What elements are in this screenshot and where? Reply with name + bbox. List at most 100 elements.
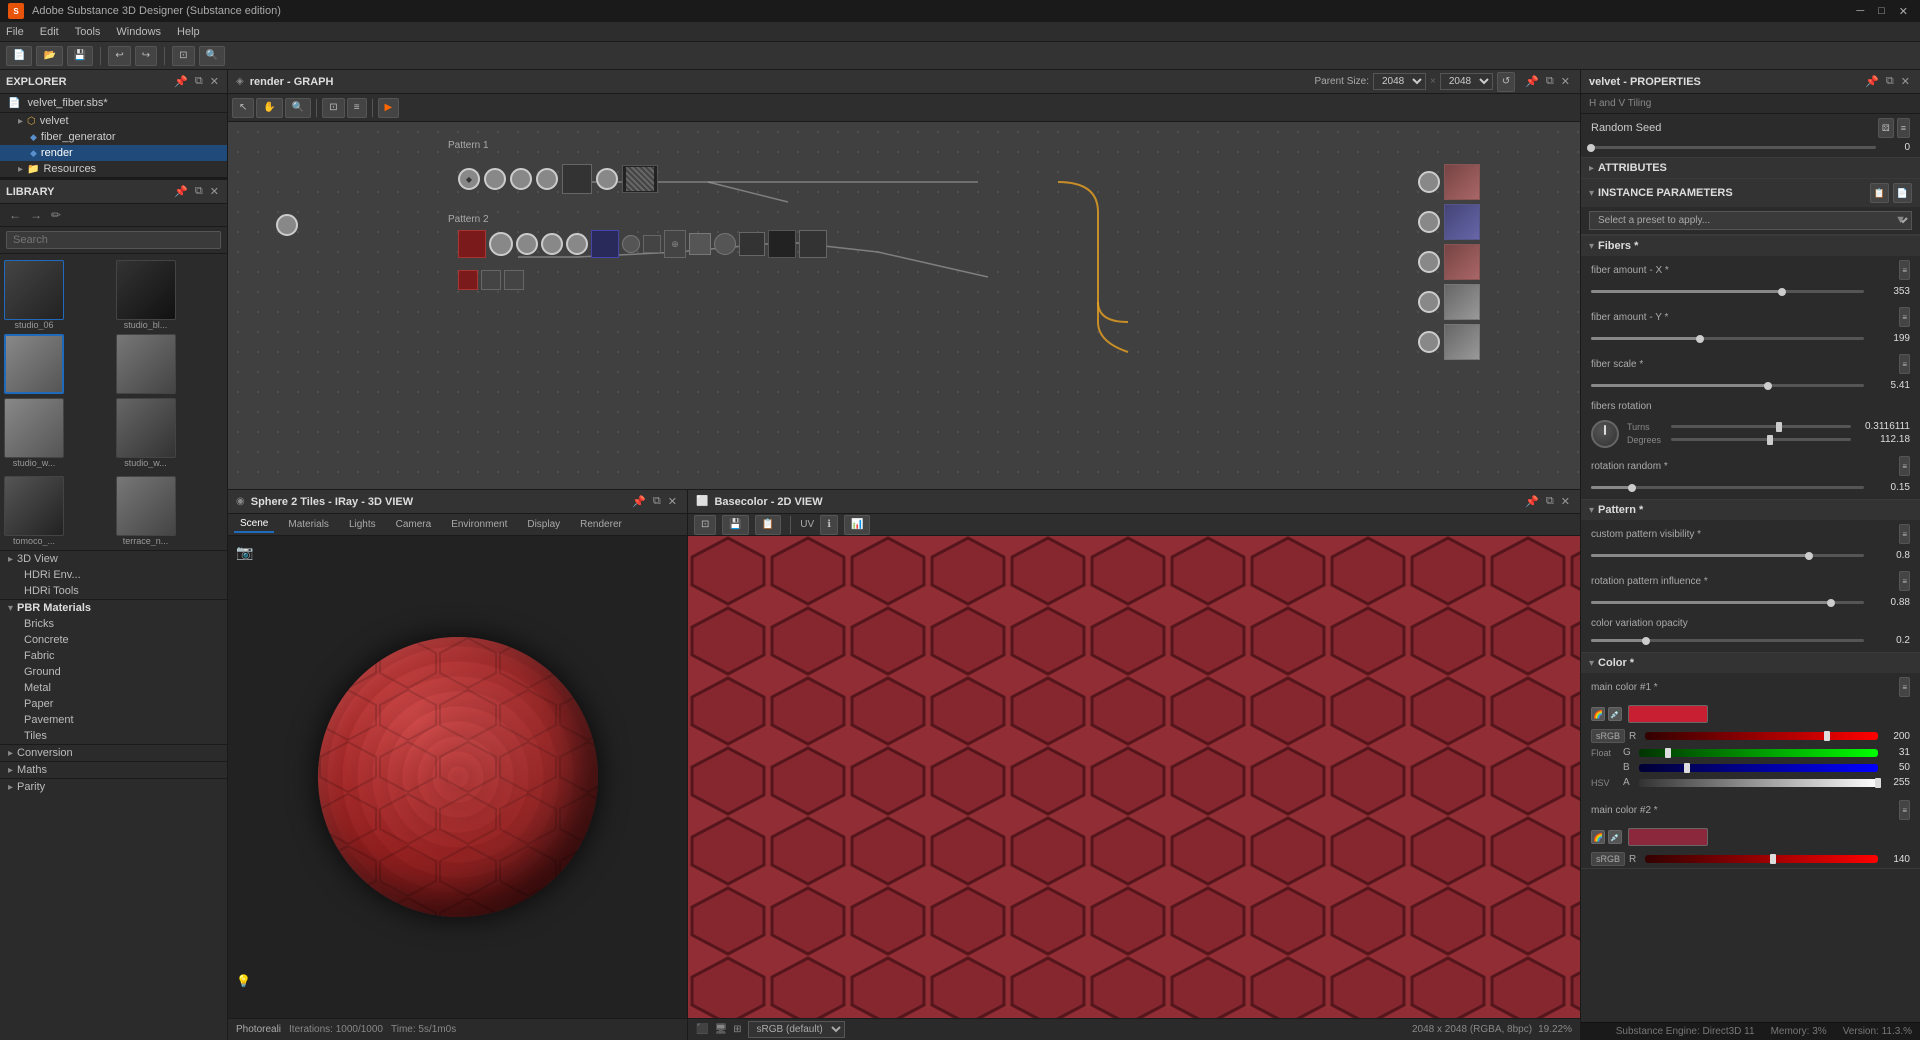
degrees-slider[interactable]: [1671, 438, 1851, 441]
tree-item-fiber-generator[interactable]: ◆ fiber_generator: [0, 129, 227, 145]
color-header[interactable]: ▾ Color *: [1581, 653, 1920, 673]
redo-btn[interactable]: ↪: [135, 46, 157, 66]
fiber-scale-opts[interactable]: ≡: [1899, 354, 1910, 374]
node-p2-4[interactable]: [566, 233, 588, 255]
color2-opts[interactable]: ≡: [1899, 800, 1910, 820]
graph-align-btn[interactable]: ≡: [347, 98, 367, 118]
tab-scene[interactable]: Scene: [234, 516, 274, 533]
graph-select-btn[interactable]: ↖: [232, 98, 254, 118]
minimize-btn[interactable]: ─: [1852, 5, 1868, 18]
node-p2-tex2[interactable]: [799, 230, 827, 258]
node-sm-red[interactable]: [458, 270, 478, 290]
node-p2-5[interactable]: [622, 235, 640, 253]
node-p2-8[interactable]: [689, 233, 711, 255]
lib-pin-btn[interactable]: 📌: [172, 185, 190, 198]
custom-pattern-slider[interactable]: [1591, 554, 1864, 557]
cat-3dview-header[interactable]: ▸ 3D View: [0, 551, 227, 567]
thumb-studiow4[interactable]: studio_w...: [116, 398, 224, 468]
out-connector-1[interactable]: [1418, 171, 1440, 193]
r-channel-slider[interactable]: [1645, 732, 1878, 740]
fiber-scale-slider[interactable]: [1591, 384, 1864, 387]
graph-float-btn[interactable]: ⧉: [1544, 75, 1556, 88]
3d-pin-btn[interactable]: 📌: [630, 495, 648, 508]
save-btn[interactable]: 💾: [67, 46, 93, 66]
left-connector[interactable]: [276, 214, 298, 236]
r2-channel-slider[interactable]: [1645, 855, 1878, 863]
seed-slider[interactable]: [1591, 146, 1876, 149]
tree-item-velvet[interactable]: ▸ ⬡ velvet: [0, 113, 227, 129]
3d-float-btn[interactable]: ⧉: [651, 495, 663, 508]
tab-display[interactable]: Display: [521, 517, 566, 532]
fiber-y-opts[interactable]: ≡: [1899, 307, 1910, 327]
zoom-fit-btn[interactable]: ⊡: [172, 46, 194, 66]
color2-swatch[interactable]: [1628, 828, 1708, 846]
tab-camera[interactable]: Camera: [390, 517, 438, 532]
node-p1-5[interactable]: [562, 164, 592, 194]
out-tex-3[interactable]: [1444, 244, 1480, 280]
2d-close-btn[interactable]: ✕: [1559, 495, 1572, 508]
fiber-x-opts[interactable]: ≡: [1899, 260, 1910, 280]
fiber-y-slider[interactable]: [1591, 337, 1864, 340]
cat-parity-header[interactable]: ▸ Parity: [0, 779, 227, 795]
rotation-random-opts[interactable]: ≡: [1899, 456, 1910, 476]
out-tex-2[interactable]: [1444, 204, 1480, 240]
node-p2-2[interactable]: [516, 233, 538, 255]
lib-close-btn[interactable]: ✕: [208, 185, 221, 198]
tree-item-resources[interactable]: ▸ 📁 Resources: [0, 161, 227, 177]
tab-environment[interactable]: Environment: [445, 517, 513, 532]
rot-influence-slider[interactable]: [1591, 601, 1864, 604]
sphere-viewport[interactable]: [228, 536, 687, 1018]
inst-copy-btn[interactable]: 📋: [1870, 183, 1889, 203]
cat-conversion-header[interactable]: ▸ Conversion: [0, 745, 227, 761]
explorer-close-btn[interactable]: ✕: [208, 75, 221, 88]
new-btn[interactable]: 📄: [6, 46, 32, 66]
out-tex-5[interactable]: [1444, 324, 1480, 360]
sub-tiles[interactable]: Tiles: [0, 728, 227, 744]
color1-eyedrop-icon[interactable]: 💉: [1608, 707, 1622, 721]
2d-float-btn[interactable]: ⧉: [1544, 495, 1556, 508]
thumb-studiow3[interactable]: studio_w...: [4, 398, 112, 468]
3d-view-content[interactable]: 📷 💡: [228, 536, 687, 1018]
2d-copy-btn[interactable]: 📋: [755, 515, 781, 535]
undo-btn[interactable]: ↩: [108, 46, 130, 66]
lib-edit-icon[interactable]: ✏: [48, 207, 64, 223]
2d-save-btn[interactable]: 💾: [722, 515, 748, 535]
graph-frame-btn[interactable]: ⊡: [322, 98, 344, 118]
3d-close-btn[interactable]: ✕: [666, 495, 679, 508]
2d-monitor-icon[interactable]: 🖥: [714, 1024, 727, 1035]
attributes-header[interactable]: ▸ ATTRIBUTES: [1581, 158, 1920, 178]
color1-opts[interactable]: ≡: [1899, 677, 1910, 697]
turns-slider[interactable]: [1671, 425, 1851, 428]
tree-item-render[interactable]: ◆ render: [0, 145, 227, 161]
2d-info-btn[interactable]: ℹ: [820, 515, 838, 535]
2d-colorspace-select[interactable]: sRGB (default): [748, 1021, 845, 1038]
explorer-dock-btn[interactable]: ⧉: [193, 75, 205, 88]
graph-render-btn[interactable]: ▶: [378, 98, 400, 118]
inst-paste-btn[interactable]: 📄: [1893, 183, 1912, 203]
node-p2-3[interactable]: [541, 233, 563, 255]
node-p1-6[interactable]: [596, 168, 618, 190]
parent-size-h-select[interactable]: 20481024512: [1440, 73, 1493, 90]
out-connector-3[interactable]: [1418, 251, 1440, 273]
tab-renderer[interactable]: Renderer: [574, 517, 628, 532]
pattern-header[interactable]: ▾ Pattern *: [1581, 500, 1920, 520]
seed-dice-btn[interactable]: ⚄: [1878, 118, 1894, 138]
menu-help[interactable]: Help: [177, 26, 200, 38]
color2-spectrum-icon[interactable]: 🌈: [1591, 830, 1605, 844]
node-sm-2[interactable]: [504, 270, 524, 290]
node-p2-10[interactable]: [739, 232, 765, 256]
srgb-badge[interactable]: sRGB: [1591, 729, 1625, 743]
graph-zoom-btn[interactable]: 🔍: [285, 98, 311, 118]
seed-opts-btn[interactable]: ≡: [1897, 118, 1910, 138]
2d-view-content[interactable]: [688, 536, 1580, 1018]
lib-forward-icon[interactable]: →: [27, 207, 45, 223]
node-p2-blue[interactable]: [591, 230, 619, 258]
rotation-dial[interactable]: [1591, 420, 1619, 448]
graph-pan-btn[interactable]: ✋: [256, 98, 282, 118]
size-refresh-btn[interactable]: ↺: [1497, 72, 1515, 92]
rotation-random-slider[interactable]: [1591, 486, 1864, 489]
cat-pbr-header[interactable]: ▾ PBR Materials: [0, 600, 227, 616]
node-p2-9[interactable]: [714, 233, 736, 255]
custom-pattern-opts[interactable]: ≡: [1899, 524, 1910, 544]
menu-edit[interactable]: Edit: [40, 26, 59, 38]
